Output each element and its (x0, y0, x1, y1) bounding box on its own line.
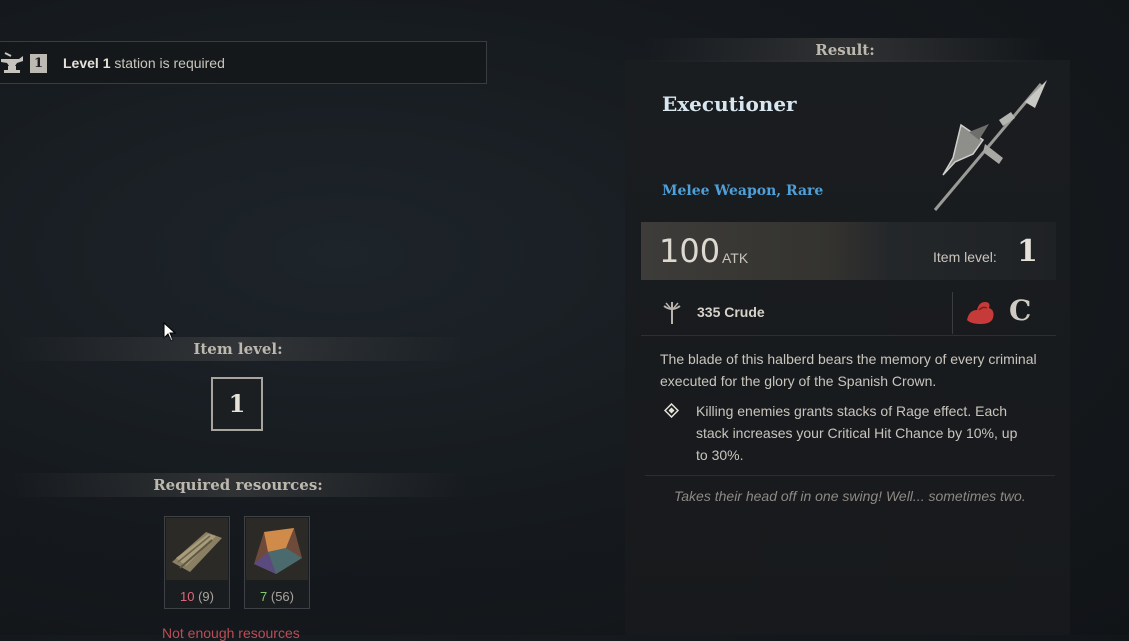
halberd-icon (933, 80, 1047, 211)
item-perk: Killing enemies grants stacks of Rage ef… (696, 403, 1018, 463)
attack-value: 100 (659, 232, 721, 270)
result-item-level-value: 1 (1017, 234, 1038, 269)
station-level-text: Level 1 (63, 55, 111, 71)
scaling-divider (952, 292, 953, 334)
anvil-icon (1, 52, 23, 73)
attack-label: ATK (722, 250, 749, 266)
resource-slot-wood[interactable]: 10 (9) (164, 516, 230, 609)
diamond-bullet-icon (664, 403, 679, 418)
ore-icon (246, 518, 308, 580)
crude-scaling-value: 335 Crude (697, 304, 765, 320)
scaling-grade: C (1009, 294, 1032, 327)
perk-separator (645, 475, 1055, 476)
item-description: The blade of this halberd bears the memo… (660, 351, 1037, 389)
strength-arm-icon (967, 302, 994, 324)
item-title: Executioner (662, 92, 797, 116)
flavor-text: Takes their head off in one swing! Well.… (674, 488, 1026, 504)
item-level-selector[interactable]: 1 (211, 377, 263, 431)
ore-needed: 7 (260, 589, 268, 604)
station-suffix: station is required (110, 55, 225, 71)
crude-scaling-icon (663, 302, 681, 324)
item-level-header: Item level: (8, 337, 468, 361)
resource-slot-ore[interactable]: 7 (56) (244, 516, 310, 609)
item-type: Melee Weapon, Rare (662, 183, 824, 199)
not-enough-resources-warning: Not enough resources (162, 625, 300, 641)
wood-have: (9) (198, 589, 214, 604)
station-level-badge: 1 (30, 54, 47, 73)
required-resources-header: Required resources: (8, 473, 468, 497)
wood-needed: 10 (180, 589, 195, 604)
result-header: Result: (645, 38, 1045, 62)
station-requirement-text: Level 1 station is required (63, 55, 225, 71)
result-item-level-label: Item level: (933, 249, 997, 265)
station-requirement-bar: 1 Level 1 station is required (0, 41, 487, 84)
ore-count: 7 (56) (245, 589, 309, 604)
ore-have: (56) (270, 589, 294, 604)
wood-count: 10 (9) (165, 589, 229, 604)
wood-icon (166, 518, 228, 580)
